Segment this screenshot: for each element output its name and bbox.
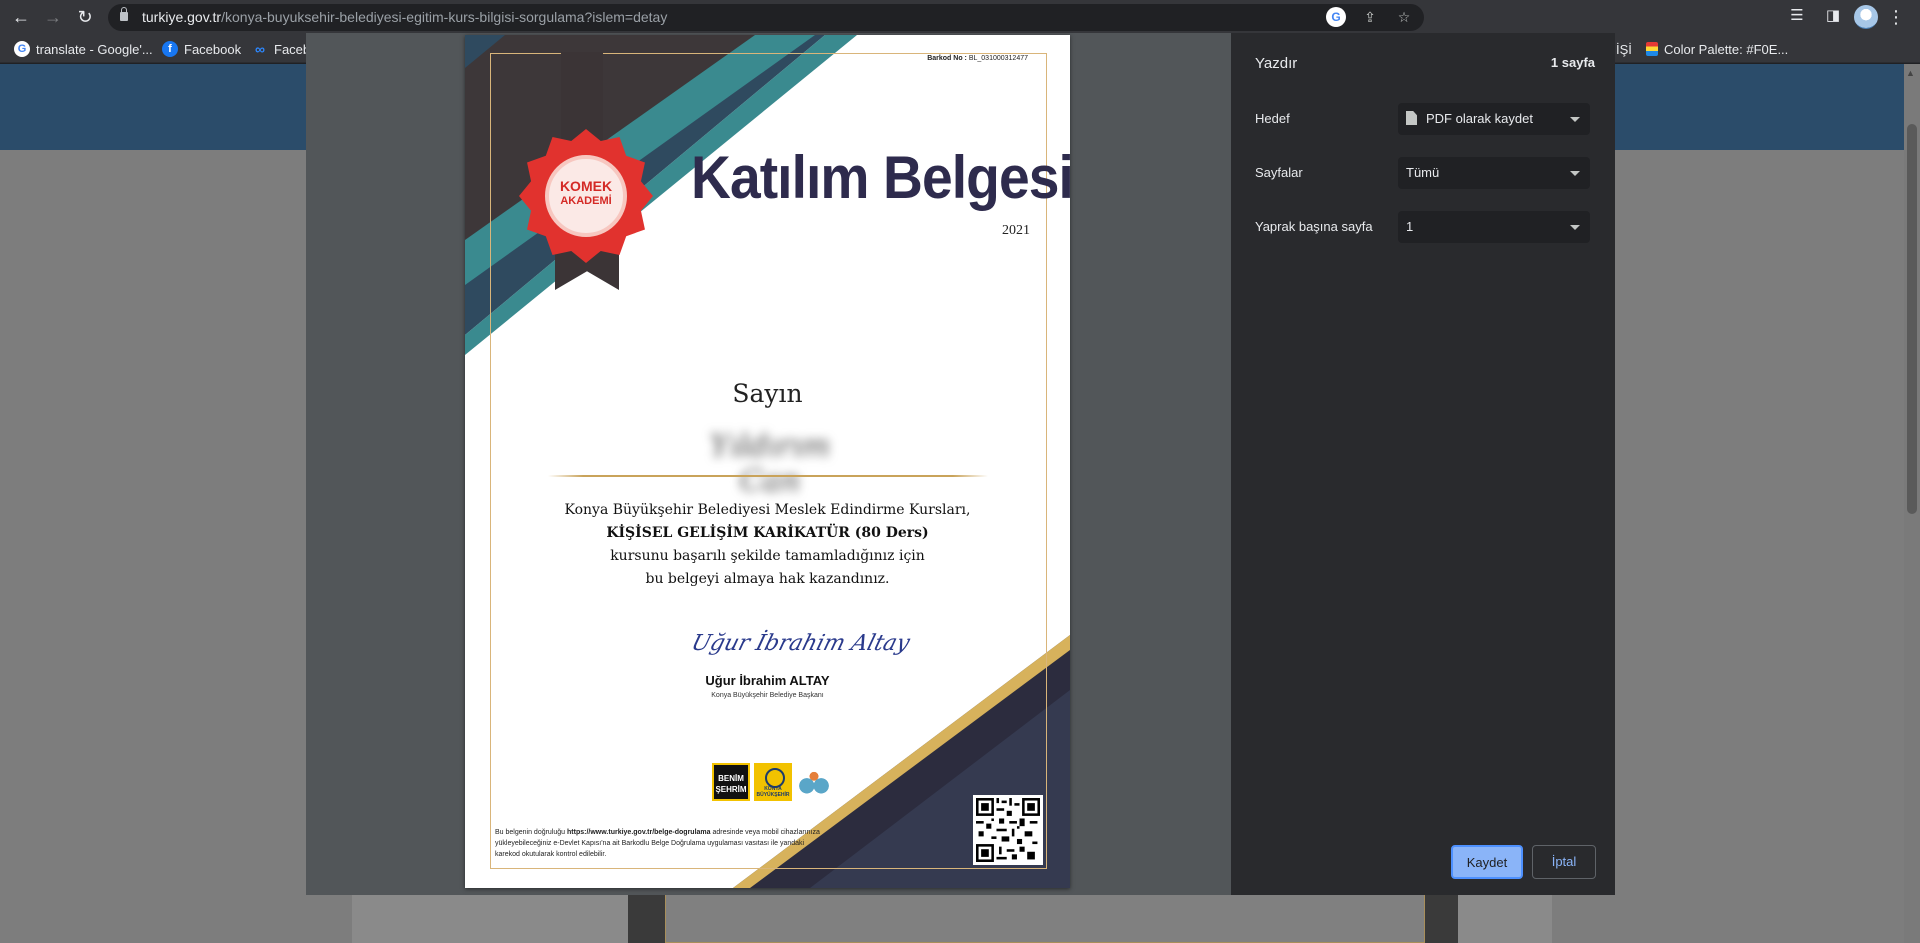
google-icon: G [14, 41, 30, 57]
qr-code [973, 795, 1043, 865]
handwritten-signature: Uğur İbrahim Altay [688, 631, 913, 656]
forward-arrow-icon[interactable]: → [41, 5, 65, 29]
save-button[interactable]: Kaydet [1451, 845, 1523, 879]
facebook-icon: f [162, 41, 178, 57]
back-arrow-icon[interactable]: ← [9, 5, 33, 29]
menu-kebab-icon[interactable]: ⋮ [1886, 5, 1906, 29]
signer-name: Uğur İbrahim ALTAY [705, 673, 830, 688]
konya-buyuksehir-logo: KONYA BÜYÜKŞEHİR [754, 763, 792, 801]
chevron-down-icon [1570, 117, 1580, 122]
pages-label: Sayfalar [1255, 165, 1303, 180]
course-name: KİŞİSEL GELİŞİM KARİKATÜR (80 Ders) [606, 525, 929, 541]
cancel-button[interactable]: İptal [1532, 845, 1596, 879]
document-icon [1406, 111, 1417, 125]
emblem-logo [796, 763, 832, 801]
chevron-down-icon [1570, 171, 1580, 176]
recipient-name-blurred: Yıldırım Can [709, 429, 831, 499]
pages-per-sheet-row: Yaprak başına sayfa 1 [1255, 211, 1595, 243]
palette-icon [1646, 42, 1658, 56]
meta-icon: ∞ [255, 41, 265, 57]
bookmark-translate[interactable]: G translate - Google'... [14, 39, 153, 59]
gold-divider [548, 475, 988, 477]
scroll-up-arrow-icon[interactable]: ▲ [1906, 68, 1915, 78]
destination-row: Hedef PDF olarak kaydet [1255, 103, 1595, 135]
sheet-count: 1 sayfa [1550, 55, 1595, 70]
page-document-frame [665, 890, 1425, 943]
address-bar[interactable]: turkiye.gov.tr/konya-buyuksehir-belediye… [108, 4, 1424, 31]
side-panel-icon[interactable]: ◨ [1822, 5, 1844, 27]
bookmark-facebook[interactable]: f Facebook [162, 39, 241, 59]
pages-per-sheet-select[interactable]: 1 [1398, 211, 1590, 243]
certificate-body: Konya Büyükşehir Belediyesi Meslek Edind… [465, 499, 1070, 591]
url-text[interactable]: turkiye.gov.tr/konya-buyuksehir-belediye… [142, 9, 667, 25]
certificate-page: KOMEK AKADEMİ Barkod No : BL_03100031247… [465, 35, 1070, 888]
destination-select[interactable]: PDF olarak kaydet [1398, 103, 1590, 135]
certificate-year: 2021 [1002, 223, 1030, 238]
bookmark-star-icon[interactable]: ☆ [1394, 7, 1414, 27]
browser-toolbar: ← → ↻ turkiye.gov.tr/konya-buyuksehir-be… [0, 0, 1920, 34]
pages-row: Sayfalar Tümü [1255, 157, 1595, 189]
bookmark-partial[interactable]: İŞİ [1616, 39, 1632, 59]
barcode-number: Barkod No : BL_031000312477 [927, 55, 1028, 62]
benim-sehrim-logo: BENİM ŞEHRİM [712, 763, 750, 801]
print-dialog-title: Yazdır [1255, 55, 1298, 72]
reading-list-icon[interactable]: ☰ [1786, 5, 1808, 27]
print-settings-panel: Yazdır 1 sayfa Hedef PDF olarak kaydet S… [1231, 33, 1615, 895]
lock-icon[interactable] [120, 7, 128, 21]
verification-note: Bu belgenin doğruluğu https://www.turkiy… [495, 829, 820, 858]
chevron-down-icon [1570, 225, 1580, 230]
seal-logo-text: KOMEK AKADEMİ [559, 178, 613, 208]
bookmark-meta[interactable]: ∞ Faceb [252, 39, 310, 59]
signer-title: Konya Büyükşehir Belediye Başkanı [711, 692, 824, 699]
google-lens-icon[interactable]: G [1326, 7, 1346, 27]
scrollbar-thumb[interactable] [1907, 124, 1917, 514]
certificate-title: Katılım Belgesi [691, 144, 1070, 211]
reload-icon[interactable]: ↻ [73, 5, 97, 29]
pages-select[interactable]: Tümü [1398, 157, 1590, 189]
pages-per-sheet-label: Yaprak başına sayfa [1255, 219, 1373, 234]
share-icon[interactable]: ⇪ [1360, 7, 1380, 27]
destination-label: Hedef [1255, 111, 1290, 126]
bookmark-color-palette[interactable]: Color Palette: #F0E... [1646, 39, 1788, 59]
salutation: Sayın [732, 379, 803, 408]
profile-avatar[interactable] [1854, 5, 1878, 29]
